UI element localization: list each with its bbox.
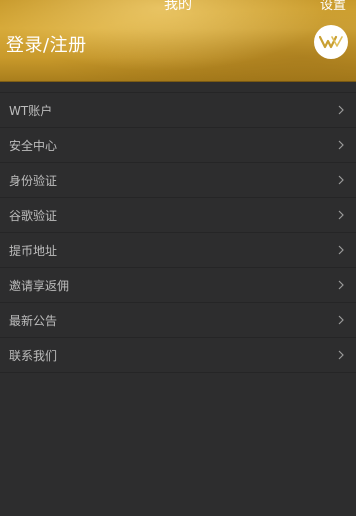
- menu-item-announcements[interactable]: 最新公告: [0, 303, 356, 338]
- menu-item-wt-account[interactable]: WT账户: [0, 93, 356, 128]
- menu-item-label: 身份验证: [9, 173, 58, 188]
- menu-item-label: 邀请享返佣: [9, 278, 70, 293]
- menu-item-invite-rebate[interactable]: 邀请享返佣: [0, 268, 356, 303]
- login-register-link[interactable]: 登录/注册: [6, 31, 87, 57]
- menu-item-security-center[interactable]: 安全中心: [0, 128, 356, 163]
- chevron-right-icon: [336, 104, 346, 116]
- chevron-right-icon: [336, 314, 346, 326]
- menu-item-label: 提币地址: [9, 243, 58, 258]
- menu-item-label: WT账户: [9, 103, 53, 118]
- menu-item-label: 谷歌验证: [9, 208, 58, 223]
- chevron-right-icon: [336, 279, 346, 291]
- menu-item-identity-verification[interactable]: 身份验证: [0, 163, 356, 198]
- settings-button[interactable]: 设置: [320, 0, 346, 13]
- menu-item-withdrawal-address[interactable]: 提币地址: [0, 233, 356, 268]
- w-logo-icon: [319, 35, 343, 49]
- menu-item-label: 安全中心: [9, 138, 58, 153]
- menu-item-label: 最新公告: [9, 313, 58, 328]
- menu-item-label: 联系我们: [9, 348, 58, 363]
- chevron-right-icon: [336, 244, 346, 256]
- chevron-right-icon: [336, 174, 346, 186]
- profile-header: 我的 设置 登录/注册: [0, 0, 356, 82]
- profile-page: 我的 设置 登录/注册 WT账户 安全中心 身份验证 谷歌验证 提币地址 邀请享…: [0, 0, 356, 516]
- chevron-right-icon: [336, 139, 346, 151]
- menu-item-contact-us[interactable]: 联系我们: [0, 338, 356, 373]
- page-title: 我的: [164, 0, 192, 13]
- menu-item-google-verification[interactable]: 谷歌验证: [0, 198, 356, 233]
- chevron-right-icon: [336, 349, 346, 361]
- menu-list: WT账户 安全中心 身份验证 谷歌验证 提币地址 邀请享返佣 最新公告 联系我们: [0, 92, 356, 373]
- chevron-right-icon: [336, 209, 346, 221]
- avatar[interactable]: [314, 25, 348, 59]
